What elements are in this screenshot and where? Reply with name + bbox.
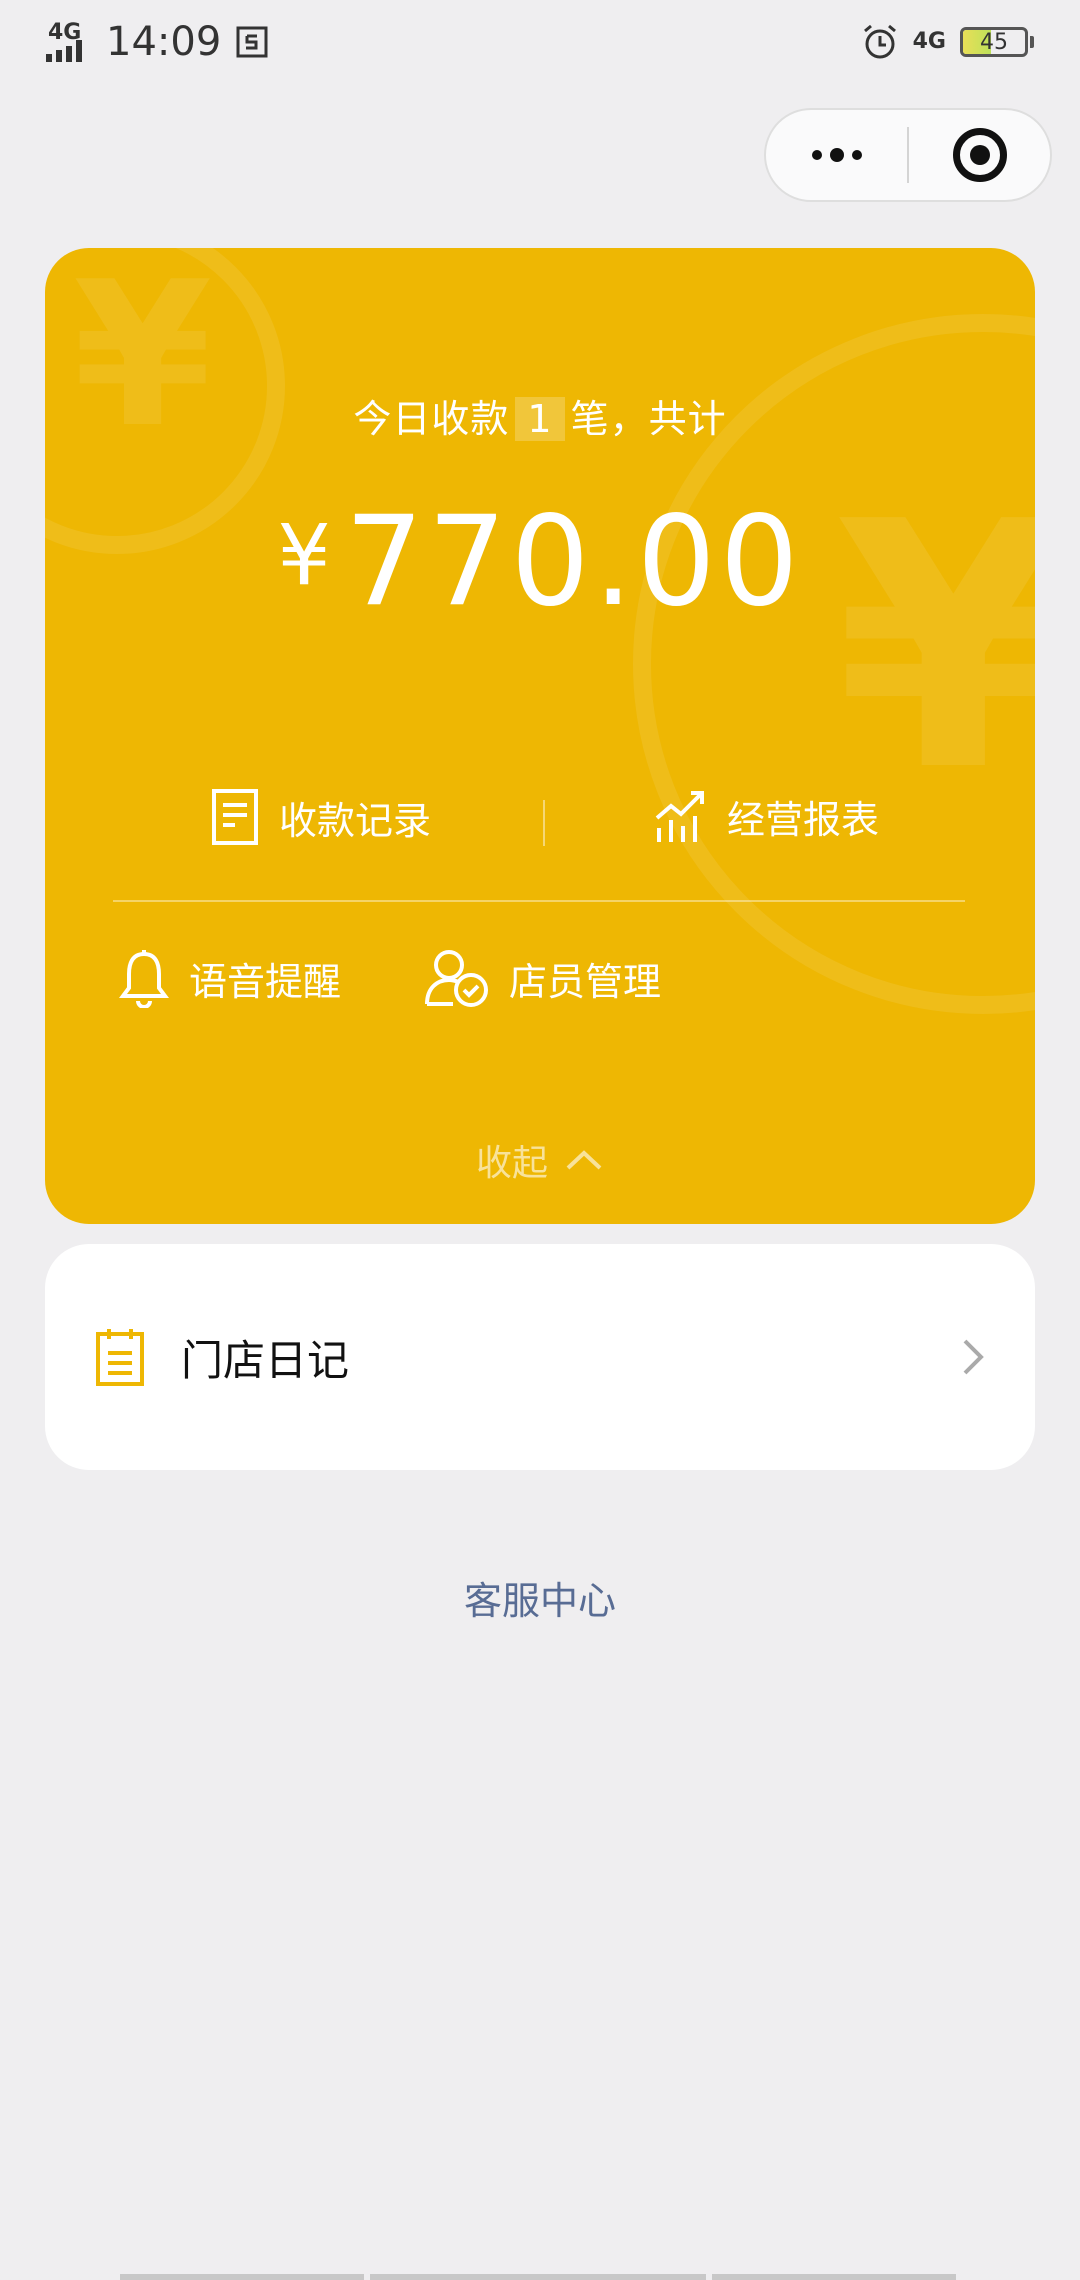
- home-indicator: [120, 2274, 960, 2280]
- amount-value: 770.00: [344, 490, 803, 634]
- more-button[interactable]: [766, 110, 907, 200]
- signal-icon: 4G: [46, 22, 92, 62]
- chevron-right-icon: [963, 1339, 984, 1375]
- battery-level: 45: [980, 29, 1008, 55]
- more-icon: [811, 148, 862, 162]
- screenshot-icon: [236, 26, 268, 58]
- today-count: 1: [515, 397, 565, 441]
- records-button[interactable]: 收款记录: [211, 788, 431, 846]
- staff-management-label: 店员管理: [509, 959, 662, 1004]
- report-button[interactable]: 经营报表: [653, 788, 879, 844]
- capsule-menu: [764, 108, 1052, 202]
- collapse-label: 收起: [475, 1143, 548, 1184]
- today-suffix: 笔，共计: [570, 397, 727, 441]
- battery-icon: 45: [960, 27, 1028, 57]
- status-left: 4G 14:09: [46, 19, 269, 65]
- chevron-up-icon: [566, 1150, 602, 1170]
- staff-management-button[interactable]: 店员管理: [423, 948, 661, 1008]
- voice-alert-label: 语音提醒: [189, 959, 342, 1004]
- customer-service-link[interactable]: 客服中心: [0, 1570, 1080, 1625]
- target-icon: [952, 128, 1007, 182]
- close-miniprogram-button[interactable]: [909, 110, 1050, 200]
- chart-icon: [655, 791, 704, 842]
- collapse-button[interactable]: 收起: [45, 1134, 1035, 1186]
- today-amount: ¥770.00: [45, 500, 1035, 624]
- today-summary: 今日收款 1 笔，共计: [45, 388, 1035, 443]
- bell-icon: [119, 950, 169, 1008]
- document-icon: [212, 789, 258, 845]
- store-diary-row[interactable]: 门店日记: [45, 1244, 1035, 1470]
- network-label-right: 4G: [912, 29, 946, 54]
- status-bar: 4G 14:09 4G 45: [0, 0, 1080, 84]
- today-prefix: 今日收款: [353, 397, 510, 441]
- currency-symbol: ¥: [277, 506, 335, 604]
- card-menu-row-1: 收款记录 经营报表: [45, 788, 1035, 858]
- screen: 4G 14:09 4G 45 ¥ ¥ 今日收款 1 笔，共计 ¥770.00 收…: [0, 0, 1080, 2280]
- staff-icon: [425, 950, 488, 1007]
- records-label: 收款记录: [279, 798, 432, 843]
- report-label: 经营报表: [727, 797, 880, 842]
- status-time: 14:09: [106, 19, 222, 65]
- income-card: ¥ ¥ 今日收款 1 笔，共计 ¥770.00 收款记录 经营报表 语音提醒 店…: [45, 248, 1035, 1224]
- voice-alert-button[interactable]: 语音提醒: [119, 948, 341, 1008]
- status-right: 4G 45: [861, 23, 1034, 61]
- store-diary-label: 门店日记: [181, 1335, 350, 1385]
- alarm-icon: [863, 24, 896, 59]
- notepad-icon: [96, 1329, 144, 1386]
- card-menu-row-2: 语音提醒 店员管理: [45, 948, 1035, 1018]
